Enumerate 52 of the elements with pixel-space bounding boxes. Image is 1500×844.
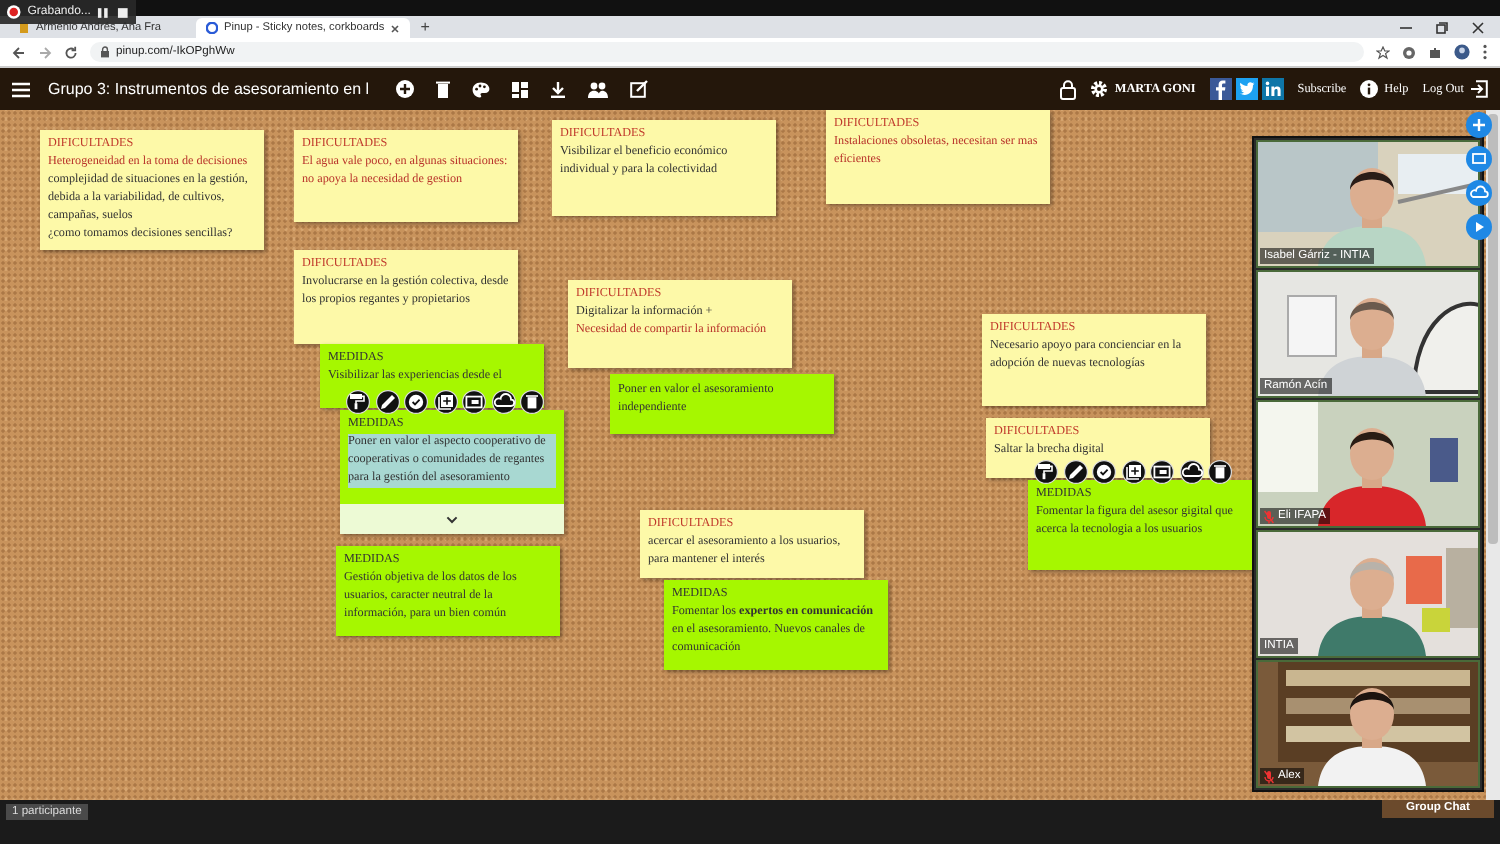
settings-icon[interactable] [1090,80,1109,98]
lock-icon [100,46,110,58]
scrollbar-thumb[interactable] [1488,114,1498,544]
more-icon[interactable] [1482,44,1488,60]
close-icon[interactable] [390,23,401,33]
back-icon[interactable] [12,45,26,59]
pencil-icon[interactable] [375,390,399,414]
add-icon[interactable] [1466,112,1492,138]
chevron-down-icon[interactable] [446,515,458,523]
pinup-logo-icon [206,22,218,34]
screen-icon[interactable] [1150,460,1174,484]
twitter-icon[interactable] [1235,78,1258,100]
roller-icon[interactable] [346,390,370,414]
star-icon[interactable] [1376,45,1390,59]
lock-icon[interactable] [1060,79,1077,99]
extension-icon[interactable] [1402,45,1416,59]
download-icon[interactable] [549,81,566,97]
menu-icon[interactable] [12,81,30,97]
trash-icon[interactable] [520,390,544,414]
grid-icon[interactable] [511,81,528,97]
trash-icon[interactable] [1208,460,1232,484]
info-icon[interactable] [1360,80,1379,98]
logout-icon[interactable] [1470,80,1488,98]
restore-icon[interactable] [1436,21,1448,33]
edit-icon[interactable] [629,80,648,98]
copy-icon[interactable] [1121,460,1145,484]
people-icon[interactable] [587,81,608,97]
roller-icon[interactable] [1034,460,1058,484]
cloud-icon[interactable] [1179,460,1203,484]
record-icon[interactable] [6,4,22,20]
trash-icon[interactable] [435,80,450,98]
pause-icon[interactable] [96,5,111,19]
new-tab-button[interactable]: + [420,18,430,38]
facebook-icon[interactable] [1209,78,1232,100]
minimize-icon[interactable] [1400,21,1412,33]
cloud-icon[interactable] [491,390,515,414]
stop-icon[interactable] [116,5,130,19]
play-icon[interactable] [1466,214,1492,240]
add-icon[interactable] [395,80,414,98]
screen-icon[interactable] [462,390,486,414]
puzzle-icon[interactable] [1428,45,1442,59]
check-icon[interactable] [1092,460,1116,484]
reload-icon[interactable] [64,45,78,59]
check-icon[interactable] [404,390,428,414]
bookmark-icon [18,22,30,34]
board-title: Grupo 3: Instrumentos de asesoramiento en l [48,80,370,98]
palette-icon[interactable] [471,81,490,97]
avatar-icon[interactable] [1454,44,1470,60]
copy-icon[interactable] [433,390,457,414]
pencil-icon[interactable] [1063,460,1087,484]
close-icon[interactable] [1472,21,1484,33]
linkedin-icon[interactable] [1261,78,1284,100]
